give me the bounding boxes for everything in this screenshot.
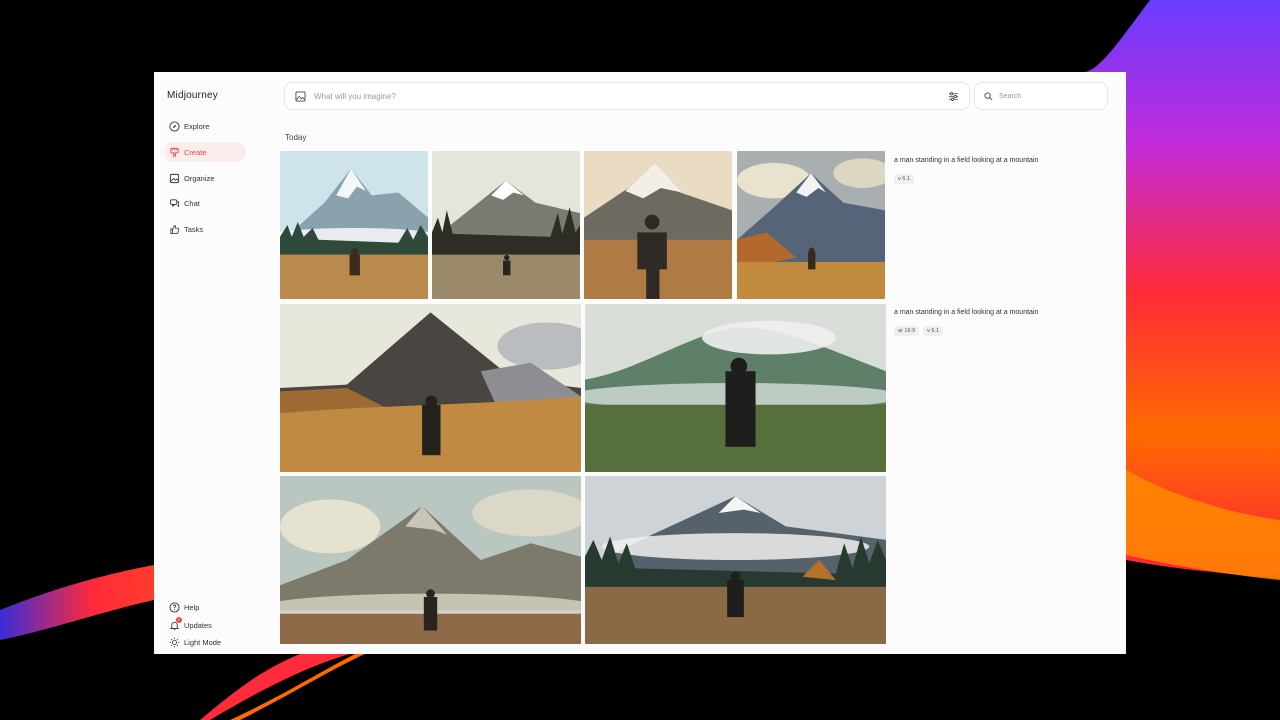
sidebar-item-chat[interactable]: Chat	[164, 193, 246, 213]
sidebar-item-label: Organize	[184, 173, 215, 183]
notification-badge: 2	[176, 617, 182, 623]
generated-image[interactable]	[585, 476, 886, 644]
compass-icon	[168, 120, 180, 132]
image-icon	[168, 172, 180, 184]
sidebar-item-organize[interactable]: Organize	[164, 168, 246, 188]
generated-image[interactable]	[585, 304, 886, 472]
parameter-tag[interactable]: ar 16:9	[894, 326, 920, 336]
job-prompt[interactable]: a man standing in a field looking at a m…	[894, 157, 1038, 164]
sidebar-item-label: Tasks	[184, 224, 204, 234]
sidebar-item-label: Help	[184, 602, 200, 612]
generated-image[interactable]	[280, 304, 581, 472]
thumbs-up-icon	[168, 223, 180, 235]
prompt-bar	[284, 82, 970, 110]
generated-image[interactable]	[737, 151, 885, 299]
bell-icon: 2	[168, 617, 182, 631]
sun-icon	[168, 636, 180, 648]
sidebar-item-label: Light Mode	[184, 637, 222, 647]
image-upload-icon[interactable]	[295, 91, 306, 102]
search-icon	[984, 92, 993, 101]
generated-image[interactable]	[280, 476, 581, 644]
parameter-tag[interactable]: v 6.1	[894, 174, 914, 184]
job-tags: ar 16:9 v 6.1	[894, 326, 944, 336]
search-box	[974, 82, 1108, 110]
generated-image[interactable]	[280, 151, 428, 299]
job-tags: v 6.1	[894, 174, 914, 184]
prompt-input[interactable]	[312, 91, 916, 102]
sidebar-item-label: Chat	[184, 198, 200, 208]
sidebar-item-help[interactable]: Help	[164, 597, 246, 617]
generated-image[interactable]	[432, 151, 580, 299]
app-window: Midjourney Explore Create Organize Chat …	[154, 72, 1126, 654]
brush-icon	[168, 146, 180, 158]
search-input[interactable]	[997, 92, 1101, 101]
sidebar-item-label: Updates	[184, 620, 212, 630]
generated-image[interactable]	[584, 151, 732, 299]
sidebar-item-create[interactable]: Create	[164, 142, 246, 162]
sidebar-item-label: Create	[184, 147, 207, 157]
parameter-tag[interactable]: v 6.1	[923, 326, 944, 336]
sidebar-item-tasks[interactable]: Tasks	[164, 219, 246, 239]
sidebar-item-light-mode[interactable]: Light Mode	[164, 632, 246, 652]
job-prompt[interactable]: a man standing in a field looking at a m…	[894, 309, 1038, 316]
brand-logo[interactable]: Midjourney	[167, 90, 218, 101]
help-icon	[168, 601, 180, 613]
section-heading: Today	[285, 133, 307, 142]
sidebar-item-label: Explore	[184, 121, 210, 131]
sidebar-item-explore[interactable]: Explore	[164, 116, 246, 136]
chat-icon	[168, 197, 180, 209]
sliders-icon[interactable]	[948, 91, 959, 102]
